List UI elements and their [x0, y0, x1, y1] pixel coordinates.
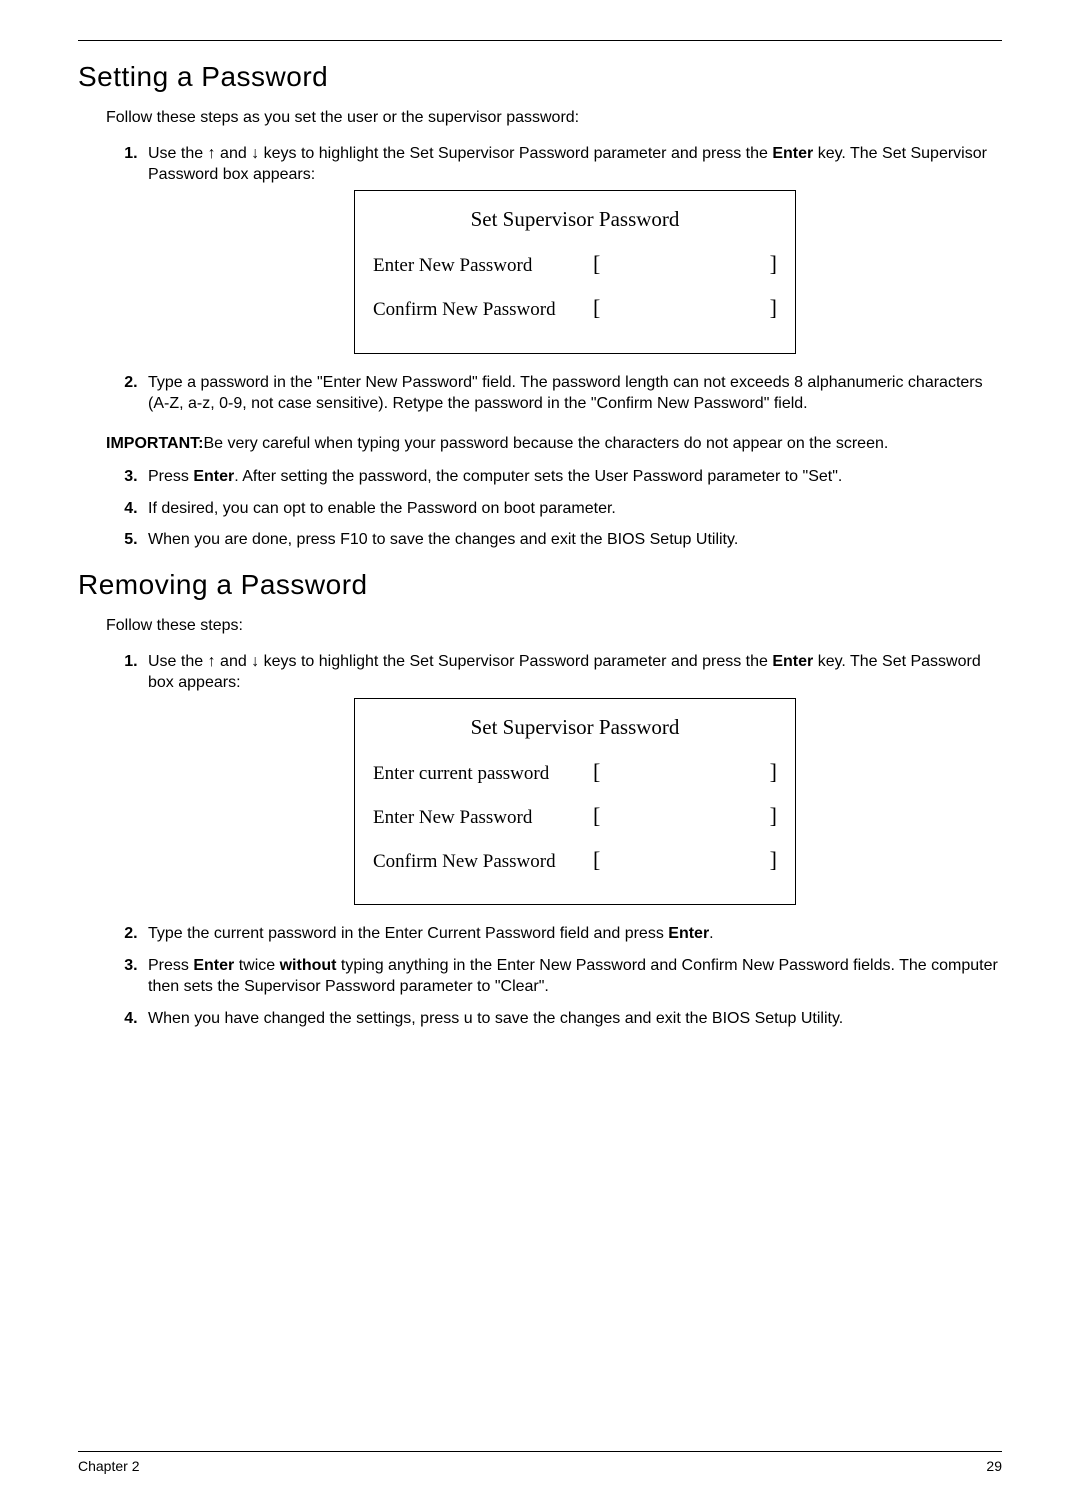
- bracket-left: [: [593, 757, 600, 787]
- heading-setting-password: Setting a Password: [78, 61, 1002, 93]
- bracket-right: ]: [770, 249, 777, 279]
- bracket-right: ]: [770, 801, 777, 831]
- removing-intro: Follow these steps:: [106, 615, 1002, 637]
- rstep3-a: Press: [148, 957, 193, 974]
- enter-key-label: Enter: [193, 957, 234, 974]
- heading-removing-password: Removing a Password: [78, 569, 1002, 601]
- setting-intro: Follow these steps as you set the user o…: [106, 107, 1002, 129]
- page-footer: Chapter 2 29: [78, 1451, 1002, 1474]
- dialog-row-enter-new: Enter New Password [ ]: [373, 249, 777, 279]
- enter-key-label: Enter: [772, 145, 813, 162]
- bracket-left: [: [593, 293, 600, 323]
- setting-step-1: Use the ↑ and ↓ keys to highlight the Se…: [142, 143, 1002, 354]
- dialog-row-enter-current: Enter current password [ ]: [373, 757, 777, 787]
- bracket-right: ]: [770, 293, 777, 323]
- removing-step-2: Type the current password in the Enter C…: [142, 923, 1002, 945]
- rstep1-a: Use the: [148, 653, 208, 670]
- important-label: IMPORTANT:: [106, 435, 203, 452]
- rstep2-a: Type the current password in the Enter C…: [148, 925, 668, 942]
- dialog-title: Set Supervisor Password: [373, 205, 777, 233]
- setting-step-2: Type a password in the "Enter New Passwo…: [142, 372, 1002, 415]
- enter-key-label: Enter: [668, 925, 709, 942]
- setting-step-4: If desired, you can opt to enable the Pa…: [142, 498, 1002, 520]
- rstep1-mid: and: [216, 653, 252, 670]
- enter-key-label: Enter: [193, 468, 234, 485]
- down-arrow-icon: ↓: [251, 653, 259, 670]
- rstep1-b: keys to highlight the Set Supervisor Pas…: [259, 653, 772, 670]
- dialog-label: Enter New Password: [373, 805, 593, 831]
- step1-text-b: keys to highlight the Set Supervisor Pas…: [259, 145, 772, 162]
- set-password-dialog: Set Supervisor Password Enter New Passwo…: [354, 190, 796, 354]
- setting-steps: Use the ↑ and ↓ keys to highlight the Se…: [106, 143, 1002, 415]
- up-arrow-icon: ↑: [208, 145, 216, 162]
- footer-page-number: 29: [986, 1458, 1002, 1474]
- setting-step-3: Press Enter. After setting the password,…: [142, 466, 1002, 488]
- step3-b: . After setting the password, the comput…: [234, 468, 842, 485]
- bracket-left: [: [593, 845, 600, 875]
- up-arrow-icon: ↑: [208, 653, 216, 670]
- dialog-label: Confirm New Password: [373, 849, 593, 875]
- removing-step-1: Use the ↑ and ↓ keys to highlight the Se…: [142, 651, 1002, 906]
- important-note: IMPORTANT:Be very careful when typing yo…: [106, 433, 1002, 455]
- rstep2-b: .: [709, 925, 713, 942]
- rstep3-b: twice: [234, 957, 279, 974]
- bracket-right: ]: [770, 757, 777, 787]
- step1-text-a: Use the: [148, 145, 208, 162]
- footer-chapter: Chapter 2: [78, 1458, 139, 1474]
- setting-steps-continued: Press Enter. After setting the password,…: [106, 466, 1002, 551]
- important-text: Be very careful when typing your passwor…: [203, 435, 888, 452]
- step1-mid: and: [216, 145, 252, 162]
- dialog-row-confirm-new: Confirm New Password [ ]: [373, 845, 777, 875]
- enter-key-label: Enter: [772, 653, 813, 670]
- removing-step-3: Press Enter twice without typing anythin…: [142, 955, 1002, 998]
- dialog-row-confirm-new: Confirm New Password [ ]: [373, 293, 777, 323]
- bracket-left: [: [593, 249, 600, 279]
- bracket-left: [: [593, 801, 600, 831]
- dialog-row-enter-new: Enter New Password [ ]: [373, 801, 777, 831]
- top-rule: [78, 40, 1002, 41]
- without-label: without: [280, 957, 337, 974]
- bracket-right: ]: [770, 845, 777, 875]
- remove-password-dialog: Set Supervisor Password Enter current pa…: [354, 698, 796, 905]
- removing-steps: Use the ↑ and ↓ keys to highlight the Se…: [106, 651, 1002, 1030]
- removing-step-4: When you have changed the settings, pres…: [142, 1008, 1002, 1030]
- step3-a: Press: [148, 468, 193, 485]
- dialog-label: Enter current password: [373, 761, 593, 787]
- setting-step-5: When you are done, press F10 to save the…: [142, 529, 1002, 551]
- dialog-label: Enter New Password: [373, 253, 593, 279]
- down-arrow-icon: ↓: [251, 145, 259, 162]
- dialog-label: Confirm New Password: [373, 297, 593, 323]
- dialog-title: Set Supervisor Password: [373, 713, 777, 741]
